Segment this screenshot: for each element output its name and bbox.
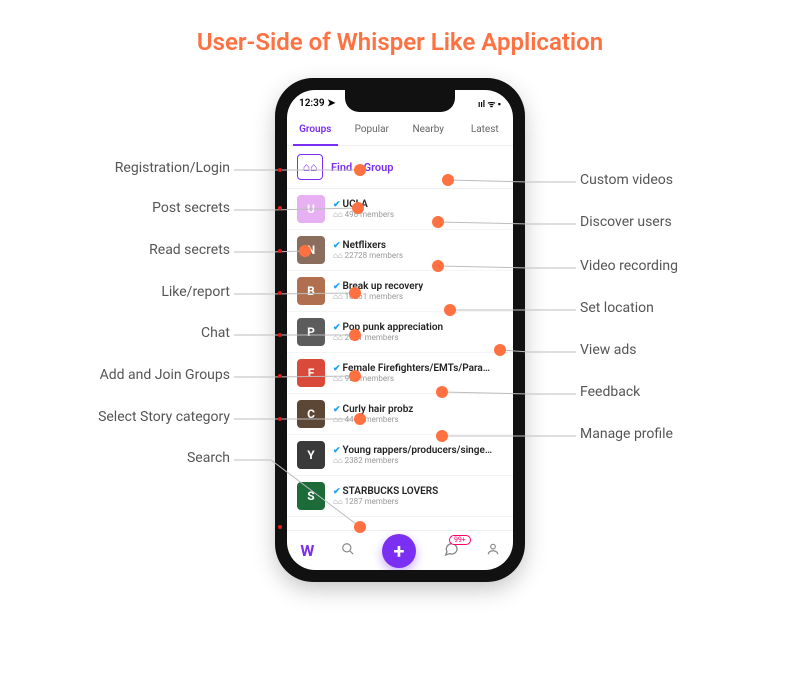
group-members: ⌂⌂ 22728 members [333,251,403,260]
group-members: ⌂⌂ 2641 members [333,333,443,342]
group-members: ⌂⌂ 498 members [333,210,394,219]
nav-profile-icon[interactable] [486,542,500,560]
tab-popular[interactable]: Popular [344,116,401,145]
list-item[interactable]: C ✔Curly hair probz ⌂⌂ 4460 members [287,394,513,435]
group-thumb: U [297,195,325,223]
group-name: ✔Netflixers [333,240,403,251]
group-name: ✔UCLA [333,199,394,210]
tab-bar: GroupsPopularNearbyLatest [287,116,513,146]
bottom-nav: W + 99+ [287,530,513,570]
list-item[interactable]: U ✔UCLA ⌂⌂ 498 members [287,189,513,230]
feature-label-right: Custom videos [580,172,673,188]
group-list: U ✔UCLA ⌂⌂ 498 members N ✔Netflixers ⌂⌂ … [287,189,513,530]
feature-label-left: Search [187,450,230,466]
group-members: ⌂⌂ 10261 members [333,292,423,301]
feature-label-right: Video recording [580,258,678,274]
feature-label-right: Set location [580,300,654,316]
group-thumb: S [297,482,325,510]
nav-search-icon[interactable] [341,542,355,560]
group-thumb: Y [297,441,325,469]
feature-label-left: Select Story category [98,409,230,425]
status-time: 12:39 ➤ [299,98,335,109]
feature-label-left: Read secrets [149,242,230,258]
phone-notch [345,90,455,112]
feature-label-right: Manage profile [580,426,673,442]
list-item[interactable]: B ✔Break up recovery ⌂⌂ 10261 members [287,271,513,312]
list-item[interactable]: S ✔STARBUCKS LOVERS ⌂⌂ 1287 members [287,476,513,517]
group-thumb: F [297,359,325,387]
group-members: ⌂⌂ 4460 members [333,415,413,424]
list-item[interactable]: F ✔Female Firefighters/EMTs/Paramed... ⌂… [287,353,513,394]
group-members: ⌂⌂ 2382 members [333,456,493,465]
feature-label-right: Feedback [580,384,640,400]
nav-chat-icon[interactable]: 99+ [443,541,459,561]
nav-home-icon[interactable]: W [300,541,314,560]
find-group-label: Find a Group [331,161,393,174]
list-item[interactable]: P ✔Pop punk appreciation ⌂⌂ 2641 members [287,312,513,353]
group-name: ✔STARBUCKS LOVERS [333,486,438,497]
group-thumb: N [297,236,325,264]
page-title: User-Side of Whisper Like Application [0,0,800,56]
group-thumb: C [297,400,325,428]
find-group-row[interactable]: ⌂⌂ Find a Group [287,146,513,189]
group-name: ✔Curly hair probz [333,404,413,415]
tab-groups[interactable]: Groups [287,116,344,145]
phone-frame: 12:39 ➤ ııl ᯤ ▪ GroupsPopularNearbyLates… [277,80,523,580]
group-name: ✔Pop punk appreciation [333,322,443,333]
phone-screen: 12:39 ➤ ııl ᯤ ▪ GroupsPopularNearbyLates… [287,90,513,570]
group-icon: ⌂⌂ [297,154,323,180]
group-thumb: P [297,318,325,346]
feature-label-left: Chat [201,325,230,341]
group-members: ⌂⌂ 1287 members [333,497,438,506]
feature-label-left: Add and Join Groups [100,367,230,383]
group-thumb: B [297,277,325,305]
group-members: ⌂⌂ 921 members [333,374,493,383]
chat-badge: 99+ [449,535,471,545]
feature-label-left: Registration/Login [115,160,230,176]
group-name: ✔Female Firefighters/EMTs/Paramed... [333,363,493,374]
feature-label-right: Discover users [580,214,672,230]
list-item[interactable]: N ✔Netflixers ⌂⌂ 22728 members [287,230,513,271]
tab-latest[interactable]: Latest [457,116,514,145]
group-name: ✔Break up recovery [333,281,423,292]
tab-nearby[interactable]: Nearby [400,116,457,145]
status-right-icons: ııl ᯤ ▪ [478,97,501,110]
list-item[interactable]: Y ✔Young rappers/producers/singers ⌂⌂ 23… [287,435,513,476]
feature-label-right: View ads [580,342,636,358]
feature-label-left: Like/report [161,284,230,300]
feature-label-left: Post secrets [152,200,230,216]
group-name: ✔Young rappers/producers/singers [333,445,493,456]
create-post-button[interactable]: + [382,534,416,568]
